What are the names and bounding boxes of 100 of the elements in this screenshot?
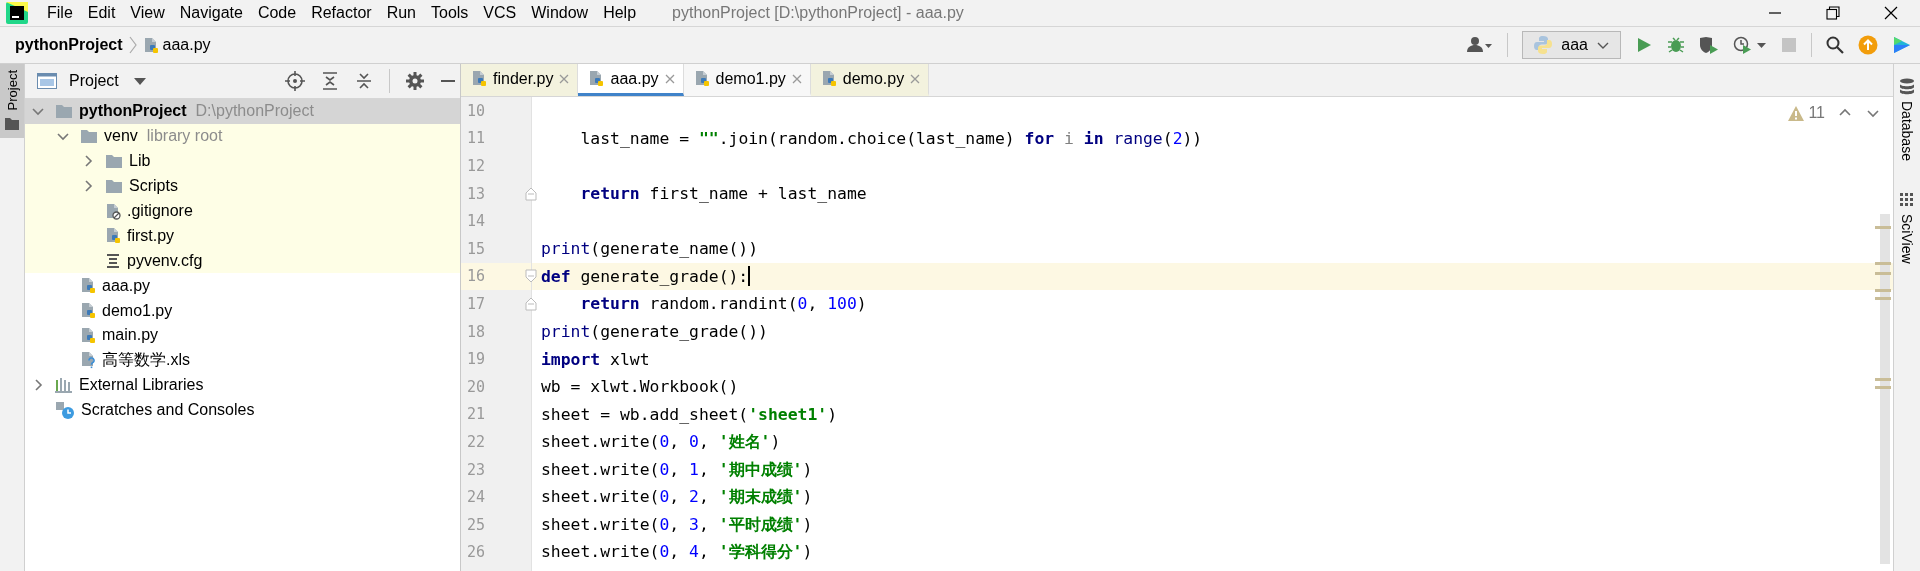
locate-icon[interactable]	[285, 71, 305, 91]
tree-item[interactable]: demo1.py	[25, 298, 460, 323]
code-line: sheet.write(0, 2, '期末成绩')	[541, 486, 813, 509]
sciview-icon	[1899, 190, 1915, 208]
folder-icon	[80, 128, 98, 145]
line-number: 17	[466, 294, 486, 313]
menu-item[interactable]: Refactor	[304, 1, 379, 25]
folder-icon	[5, 118, 19, 131]
search-icon[interactable]	[1826, 36, 1844, 54]
tree-item[interactable]: pyvenv.cfg	[25, 248, 460, 274]
line-number: 25	[466, 515, 486, 534]
python-file-icon	[820, 70, 837, 87]
scrollbar-drawing[interactable]	[1875, 214, 1891, 564]
clock-run-icon[interactable]	[1733, 36, 1767, 54]
stop-icon	[1781, 37, 1797, 53]
line-number: 16	[466, 267, 486, 286]
scratches-icon	[55, 401, 75, 420]
code-line: sheet.write(0, 4, '学科得分')	[541, 541, 813, 564]
menu-item[interactable]: VCS	[476, 1, 524, 25]
close-icon[interactable]	[664, 73, 675, 84]
code-line: print(generate_grade())	[541, 322, 768, 342]
libraries-icon	[55, 377, 73, 394]
python-file-icon	[80, 302, 96, 320]
line-number: 14	[466, 212, 486, 231]
caret-icon[interactable]	[132, 76, 147, 86]
code-line: sheet = wb.add_sheet('sheet1')	[541, 404, 838, 424]
menu-item[interactable]: View	[123, 1, 172, 25]
menu-item[interactable]: Run	[379, 1, 423, 25]
tree-item[interactable]: aaa.py	[25, 273, 460, 299]
run-icon[interactable]	[1635, 36, 1653, 54]
editor-tab[interactable]: demo.py	[810, 64, 930, 96]
run-configuration-dropdown[interactable]: aaa	[1522, 31, 1621, 59]
line-number: 23	[466, 460, 486, 479]
code-line: last_name = "".join(random.choice(last_name) for i in range(2))	[579, 128, 1203, 148]
menu-item[interactable]: Code	[250, 1, 304, 25]
breadcrumb[interactable]: pythonProject	[15, 36, 123, 54]
close-icon	[1884, 6, 1898, 20]
menu-item[interactable]: Window	[524, 1, 596, 25]
code-line: return random.randint(0, 100)	[579, 294, 867, 314]
settings-icon[interactable]	[406, 72, 424, 90]
expand-all-icon[interactable]	[321, 72, 339, 90]
editor-tab[interactable]: aaa.py	[578, 64, 684, 96]
tree-item[interactable]: pythonProject D:\pythonProject	[25, 99, 460, 124]
menu-item[interactable]: Tools	[424, 1, 476, 25]
python-file-icon	[105, 227, 121, 245]
code-line: return first_name + last_name	[579, 184, 867, 204]
fold-marker-icon[interactable]	[525, 296, 537, 311]
python-file-icon	[80, 277, 96, 295]
app-logo-icon	[6, 2, 28, 24]
toolbox-logo-icon[interactable]	[1892, 35, 1912, 55]
close-icon[interactable]	[910, 73, 921, 84]
window-title: pythonProject [D:\pythonProject] - aaa.py	[672, 4, 964, 22]
tree-item[interactable]: venv library root	[25, 123, 460, 149]
menu-item[interactable]: Edit	[80, 1, 123, 25]
tree-item[interactable]: main.py	[25, 323, 460, 348]
menu-item[interactable]: Navigate	[172, 1, 250, 25]
text-cursor	[748, 266, 751, 287]
code-line: sheet.write(0, 3, '平时成绩')	[541, 513, 813, 536]
tool-window-button[interactable]: SciView	[1899, 190, 1915, 264]
editor-tab[interactable]: demo1.py	[683, 64, 811, 96]
tree-item[interactable]: Scratches and Consoles	[25, 397, 460, 423]
menu-item[interactable]: Help	[596, 1, 644, 25]
panel-title[interactable]: Project	[69, 72, 119, 90]
fold-marker-icon[interactable]	[525, 269, 537, 284]
close-icon[interactable]	[559, 73, 570, 84]
folder-icon	[55, 103, 73, 120]
python-file-icon	[588, 70, 605, 87]
bug-icon[interactable]	[1667, 36, 1685, 54]
warnings-indicator[interactable]: 11	[1788, 104, 1825, 122]
tree-item[interactable]: Scripts	[25, 173, 460, 199]
folder-icon	[105, 153, 123, 170]
menu-item[interactable]: File	[40, 1, 80, 25]
project-tool-button[interactable]: Project	[0, 64, 24, 139]
tree-item[interactable]: Lib	[25, 148, 460, 174]
fold-marker-icon[interactable]	[525, 186, 537, 201]
code-line: sheet.write(0, 1, '期中成绩')	[541, 458, 813, 481]
line-number: 24	[466, 488, 486, 507]
tree-item[interactable]: first.py	[25, 223, 460, 249]
code-line: def generate_grade():	[541, 266, 749, 286]
editor-tab[interactable]: finder.py	[461, 64, 579, 96]
config-file-icon	[105, 252, 121, 269]
chevron-right-icon	[128, 36, 137, 54]
tree-item[interactable]: 高等数学.xls	[25, 347, 460, 373]
folder-icon	[105, 178, 123, 195]
tool-window-button[interactable]: Database	[1899, 78, 1915, 161]
line-number: 21	[466, 405, 486, 424]
ignored-file-icon	[105, 202, 121, 220]
shield-run-icon[interactable]	[1699, 36, 1719, 54]
user-icon[interactable]	[1467, 36, 1494, 54]
breadcrumb[interactable]: aaa.py	[162, 36, 211, 54]
python-file-icon	[142, 36, 159, 54]
tree-item[interactable]: .gitignore	[25, 198, 460, 224]
close-icon[interactable]	[791, 73, 802, 84]
line-number: 20	[466, 377, 486, 396]
collapse-all-icon[interactable]	[355, 72, 373, 90]
tree-item[interactable]: External Libraries	[25, 372, 460, 398]
line-number: 19	[466, 350, 486, 369]
python-file-icon	[471, 70, 487, 87]
tree-hint: D:\pythonProject	[195, 102, 314, 121]
line-number: 15	[466, 239, 486, 258]
